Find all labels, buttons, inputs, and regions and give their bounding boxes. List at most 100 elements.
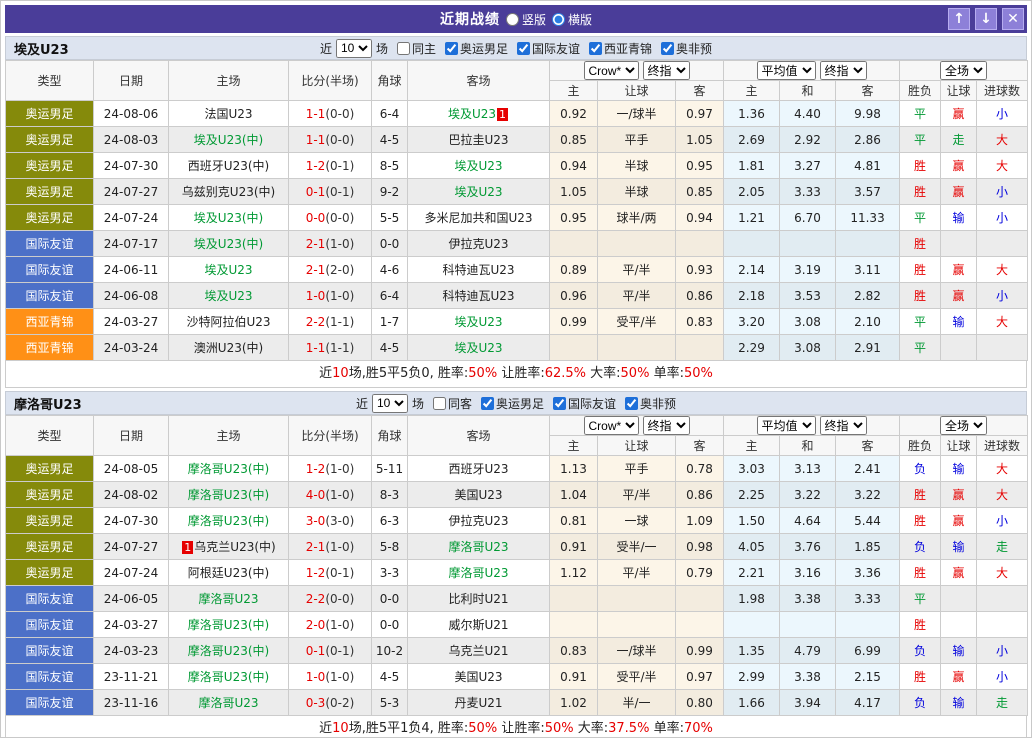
avg-source-select[interactable]: 平均值 — [756, 416, 816, 435]
league-checkbox-input[interactable] — [589, 41, 603, 55]
table-row: 国际友谊 24-06-08 埃及U23 1-0(1-0) 6-4 科特迪瓦U23 0.96 平… — [5, 282, 1029, 309]
summary-text: 大率: — [586, 366, 621, 381]
move-down-button[interactable]: ↓ — [975, 8, 997, 30]
handicap-result-cell: 赢 — [940, 152, 978, 179]
league-filter-checkbox[interactable]: 奥非预 — [661, 40, 712, 57]
odds-home-cell: 0.89 — [549, 256, 598, 283]
same-venue-checkbox-input[interactable] — [432, 396, 446, 410]
match-type-cell: 奥运男足 — [5, 507, 94, 534]
home-team-cell: 埃及U23 — [168, 282, 289, 309]
home-team-name: 西班牙U23(中) — [187, 159, 270, 173]
odds-handicap-cell: 半/一 — [597, 689, 676, 716]
halftime-score: (0-1) — [325, 158, 355, 173]
horizontal-radio-label: 横版 — [568, 12, 593, 27]
league-checkbox-input[interactable] — [481, 396, 494, 410]
avg-home-cell: 2.25 — [723, 481, 781, 508]
match-type-cell: 国际友谊 — [5, 689, 94, 716]
home-team-name: 摩洛哥U23(中) — [187, 618, 270, 632]
avg-away-cell: 3.36 — [835, 559, 901, 586]
odds-handicap-cell: 平/半 — [597, 559, 676, 586]
same-venue-checkbox[interactable]: 同主 — [396, 40, 436, 57]
match-type-cell: 奥运男足 — [5, 533, 94, 560]
column-header: 角球 — [371, 415, 408, 456]
match-type-cell: 奥运男足 — [5, 126, 94, 153]
odds-company-select[interactable]: Crow* — [583, 61, 639, 80]
scope-select[interactable]: 全场 — [940, 61, 988, 80]
layout-radio-horizontal[interactable]: 横版 — [552, 11, 592, 28]
games-label: 场 — [375, 41, 388, 56]
league-filter-checkbox[interactable]: 奥运男足 — [444, 40, 508, 57]
league-filter-checkbox[interactable]: 奥运男足 — [481, 395, 544, 412]
horizontal-radio-input[interactable] — [552, 12, 565, 26]
odds-company-select[interactable]: Crow* — [583, 416, 639, 435]
same-venue-checkbox[interactable]: 同客 — [432, 395, 472, 412]
date-cell: 24-06-11 — [93, 256, 169, 283]
column-subheader: 主 — [723, 80, 781, 101]
layout-radio-vertical[interactable]: 竖版 — [505, 11, 546, 28]
halftime-score: (1-1) — [325, 340, 355, 355]
match-count-select[interactable]: 10 — [371, 393, 408, 413]
fulltime-score: 2-1 — [305, 262, 326, 277]
odds-final-select[interactable]: 终指 — [642, 61, 690, 80]
league-filter-checkbox[interactable]: 国际友谊 — [553, 395, 616, 412]
avg-source-group: 平均值 终指 — [723, 60, 901, 81]
column-subheader: 客 — [674, 80, 725, 101]
fulltime-score: 0-0 — [305, 210, 326, 225]
result-cell: 平 — [899, 308, 942, 335]
league-checkbox-input[interactable] — [553, 396, 567, 410]
avg-away-cell: 11.33 — [835, 204, 901, 231]
avg-away-cell: 2.91 — [835, 334, 901, 361]
odds-handicap-cell: 平/半 — [597, 256, 676, 283]
match-count-select[interactable]: 10 — [335, 38, 372, 58]
fulltime-score: 2-2 — [305, 591, 326, 606]
corners-cell: 6-3 — [371, 507, 408, 534]
goals-result-cell: 大 — [976, 481, 1029, 508]
away-team-cell: 伊拉克U23 — [407, 230, 550, 257]
close-button[interactable]: ✕ — [1002, 8, 1024, 30]
odds-final-select[interactable]: 终指 — [642, 416, 690, 435]
date-cell: 24-08-02 — [93, 481, 169, 508]
match-type-cell: 奥运男足 — [5, 178, 94, 205]
result-cell: 平 — [899, 126, 942, 153]
avg-away-cell: 2.82 — [835, 282, 901, 309]
league-label: 奥非预 — [640, 396, 677, 411]
league-filter-checkbox[interactable]: 国际友谊 — [517, 40, 580, 57]
league-filter-checkbox[interactable]: 奥非预 — [625, 395, 676, 412]
match-type-cell: 国际友谊 — [5, 585, 94, 612]
league-checkbox-input[interactable] — [661, 41, 675, 55]
corners-cell: 10-2 — [371, 637, 408, 664]
home-team-name: 埃及U23(中) — [193, 237, 264, 251]
score-cell: 1-1(0-0) — [288, 126, 372, 153]
match-type-cell: 奥运男足 — [5, 481, 94, 508]
table-row: 国际友谊 24-03-23 摩洛哥U23(中) 0-1(0-1) 10-2 乌克兰U21 0… — [5, 637, 1029, 664]
column-subheader: 进球数 — [976, 80, 1029, 101]
league-checkbox-input[interactable] — [444, 41, 458, 55]
same-venue-checkbox-input[interactable] — [396, 41, 410, 55]
halftime-score: (0-0) — [325, 591, 355, 606]
home-team-cell: 摩洛哥U23(中) — [168, 507, 289, 534]
avg-draw-cell: 2.92 — [779, 126, 837, 153]
avg-final-select[interactable]: 终指 — [819, 61, 867, 80]
handicap-result-cell: 赢 — [940, 507, 978, 534]
league-checkbox-input[interactable] — [625, 396, 639, 410]
scope-select[interactable]: 全场 — [940, 416, 988, 435]
vertical-radio-input[interactable] — [505, 12, 519, 26]
odds-handicap-cell: 一/球半 — [597, 637, 676, 664]
league-checkbox-input[interactable] — [517, 41, 530, 55]
same-venue-label: 同主 — [411, 41, 436, 56]
avg-draw-cell: 3.27 — [779, 152, 837, 179]
odds-home-cell — [549, 611, 598, 638]
avg-final-select[interactable]: 终指 — [819, 416, 867, 435]
result-cell: 平 — [899, 334, 942, 361]
table-row: 奥运男足 24-07-24 阿根廷U23(中) 1-2(0-1) 3-3 摩洛哥U23 1.… — [5, 559, 1029, 586]
avg-home-cell: 1.36 — [723, 100, 781, 127]
move-up-button[interactable]: ↑ — [948, 8, 970, 30]
filter-bar: 近 10 场 同客 奥运男足 国际友谊 奥非预 — [356, 393, 676, 413]
league-label: 西亚青锦 — [604, 41, 653, 56]
league-filter-checkbox[interactable]: 西亚青锦 — [589, 40, 652, 57]
avg-source-select[interactable]: 平均值 — [756, 61, 816, 80]
home-team-cell: 埃及U23 — [168, 256, 289, 283]
home-team-name: 沙特阿拉伯U23 — [186, 315, 271, 329]
date-cell: 24-07-17 — [93, 230, 169, 257]
corners-cell: 8-3 — [371, 481, 408, 508]
